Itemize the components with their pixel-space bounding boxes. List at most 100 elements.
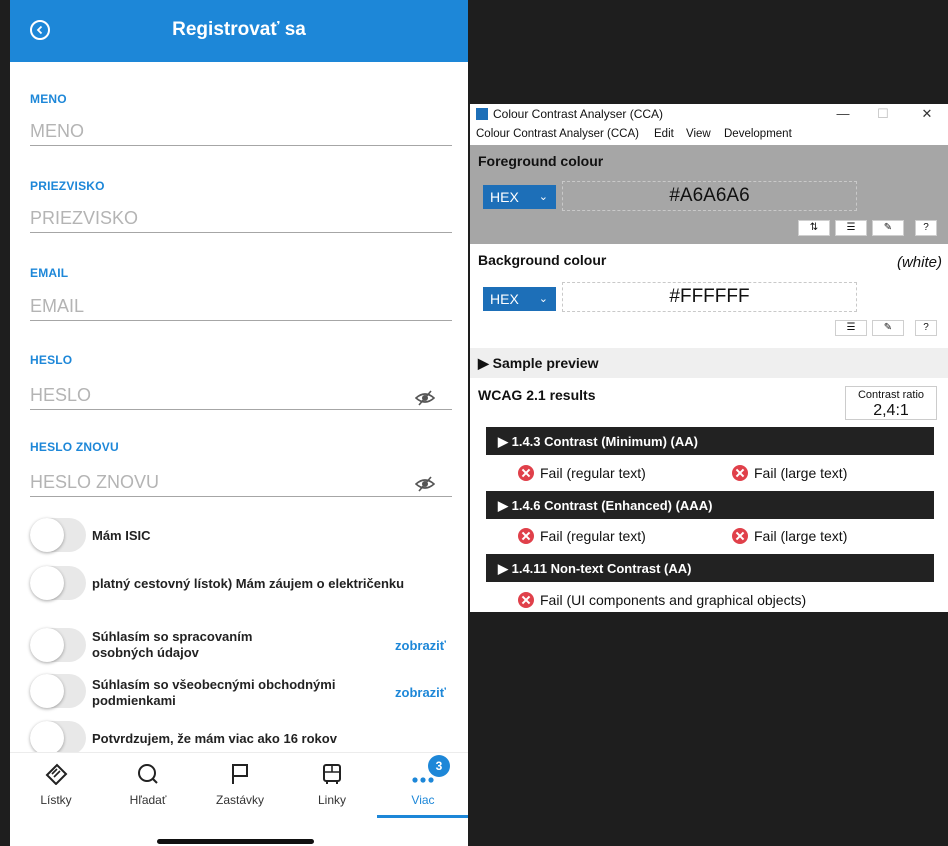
eye-off-icon[interactable] [415,390,435,406]
help-icon: ? [923,322,929,333]
background-hex-input[interactable]: #FFFFFF [562,282,857,312]
background-colour-name: (white) [896,254,942,271]
result-label: Fail (regular text) [540,528,646,544]
format-value: HEX [490,189,519,205]
fail-icon [732,465,748,481]
result-large-text: Fail (large text) [732,465,847,481]
personal-data-toggle-label: Súhlasím so spracovaním osobných údajov [92,629,253,660]
swap-icon: ⇅ [809,222,819,233]
password-input[interactable] [30,382,452,410]
toggle-knob [30,628,64,662]
swap-colours-button[interactable]: ⇅ [798,220,830,236]
background-help-button[interactable]: ? [915,320,937,336]
tab-label: Linky [317,793,346,807]
criterion-1-4-3[interactable]: ▶ 1.4.3 Contrast (Minimum) (AA) [486,427,934,455]
tab-hladat[interactable]: Hľadať [102,753,194,817]
tab-viac[interactable]: Viac [377,753,468,817]
last-name-input[interactable] [30,205,452,233]
app-logo-icon [476,108,488,120]
contrast-ratio-box: Contrast ratio 2,4:1 [845,386,937,420]
menu-item-view[interactable]: View [686,128,711,140]
tab-label: Zastávky [215,793,264,807]
fail-icon [518,528,534,544]
background-eyedropper-button[interactable]: ✎ [872,320,904,336]
contrast-ratio-label: Contrast ratio [857,389,925,401]
background-title: Background colour [478,252,607,268]
ticket-icon [45,763,68,785]
background-format-select[interactable]: HEX ⌄ [483,287,556,311]
criterion-title: ▶ 1.4.11 Non-text Contrast (AA) [498,561,692,576]
tram-ticket-toggle-label: platný cestovný lístok) Mám záujem o ele… [92,576,405,591]
sample-preview-label: ▶ Sample preview [478,355,599,371]
menu-item-development[interactable]: Development [724,128,792,140]
last-name-label: PRIEZVISKO [30,179,105,193]
window-titlebar: Colour Contrast Analyser (CCA) — ☐ ✕ [470,104,948,124]
result-label: Fail (large text) [754,528,848,544]
chevron-down-icon: ⌄ [538,191,548,203]
mobile-app-screen: Registrovať sa MENO PRIEZVISKO EMAIL HES… [10,0,468,846]
isic-toggle-label: Mám ISIC [92,528,151,543]
chevron-down-icon: ⌄ [538,293,548,305]
first-name-input[interactable] [30,118,452,146]
tab-label: Viac [411,793,435,807]
age-toggle[interactable] [30,721,86,755]
help-icon: ? [923,222,929,233]
page-title: Registrovať sa [172,19,306,40]
foreground-hex-input[interactable]: #A6A6A6 [562,181,857,211]
format-value: HEX [490,291,519,307]
close-button[interactable]: ✕ [912,106,942,122]
home-indicator [157,839,314,844]
active-tab-indicator [377,815,468,818]
toggle-knob [30,721,64,755]
tab-listky[interactable]: Lístky [10,753,102,817]
show-terms-link[interactable]: zobraziť [395,685,446,700]
toggle-knob [30,674,64,708]
fail-icon [518,465,534,481]
first-name-label: MENO [30,92,67,106]
sliders-icon: ☰ [846,322,856,333]
fail-icon [732,528,748,544]
age-toggle-label: Potvrdzujem, že mám viac ako 16 rokov [92,731,337,746]
tram-ticket-toggle[interactable] [30,566,86,600]
result-large-text: Fail (large text) [732,528,847,544]
maximize-button[interactable]: ☐ [868,106,898,122]
tab-linky[interactable]: Linky [286,753,378,817]
tab-zastavky[interactable]: Zastávky [194,753,286,817]
foreground-sliders-button[interactable]: ☰ [835,220,867,236]
minimize-button[interactable]: — [828,106,858,122]
password-repeat-input[interactable] [30,469,452,497]
criterion-1-4-6[interactable]: ▶ 1.4.6 Contrast (Enhanced) (AAA) [486,491,934,519]
menu-item-edit[interactable]: Edit [654,128,674,140]
flag-icon [232,764,248,784]
sample-preview-toggle[interactable]: ▶ Sample preview [470,348,948,378]
foreground-format-select[interactable]: HEX ⌄ [483,185,556,209]
eye-off-icon[interactable] [415,476,435,492]
criterion-1-4-11[interactable]: ▶ 1.4.11 Non-text Contrast (AA) [486,554,934,582]
terms-toggle[interactable] [30,674,86,708]
window-title: Colour Contrast Analyser (CCA) [493,107,664,121]
foreground-help-button[interactable]: ? [915,220,937,236]
background-sliders-button[interactable]: ☰ [835,320,867,336]
wcag-results-title: WCAG 2.1 results [478,387,596,403]
foreground-eyedropper-button[interactable]: ✎ [872,220,904,236]
email-input[interactable] [30,293,452,321]
toggle-knob [30,566,64,600]
foreground-section: Foreground colour HEX ⌄ #A6A6A6 ⇅ ☰ ✎ ? [470,145,948,244]
bottom-tab-bar: Lístky Hľadať Zastávky Linky Viac [10,752,468,818]
result-label: Fail (large text) [754,465,848,481]
result-label: Fail (regular text) [540,465,646,481]
tab-label: Hľadať [129,793,167,807]
search-icon [138,764,158,784]
email-label: EMAIL [30,266,69,280]
result-regular-text: Fail (regular text) [518,528,646,544]
result-regular-text: Fail (regular text) [518,465,646,481]
criterion-title: ▶ 1.4.3 Contrast (Minimum) (AA) [498,434,698,449]
password-repeat-label: HESLO ZNOVU [30,440,119,454]
notification-badge: 3 [428,755,450,777]
terms-toggle-label: Súhlasím so všeobecnými obchodnými podmi… [92,677,336,708]
show-personal-data-link[interactable]: zobraziť [395,638,446,653]
tab-label: Lístky [40,793,72,807]
isic-toggle[interactable] [30,518,86,552]
menu-item-app[interactable]: Colour Contrast Analyser (CCA) [476,128,639,140]
personal-data-toggle[interactable] [30,628,86,662]
